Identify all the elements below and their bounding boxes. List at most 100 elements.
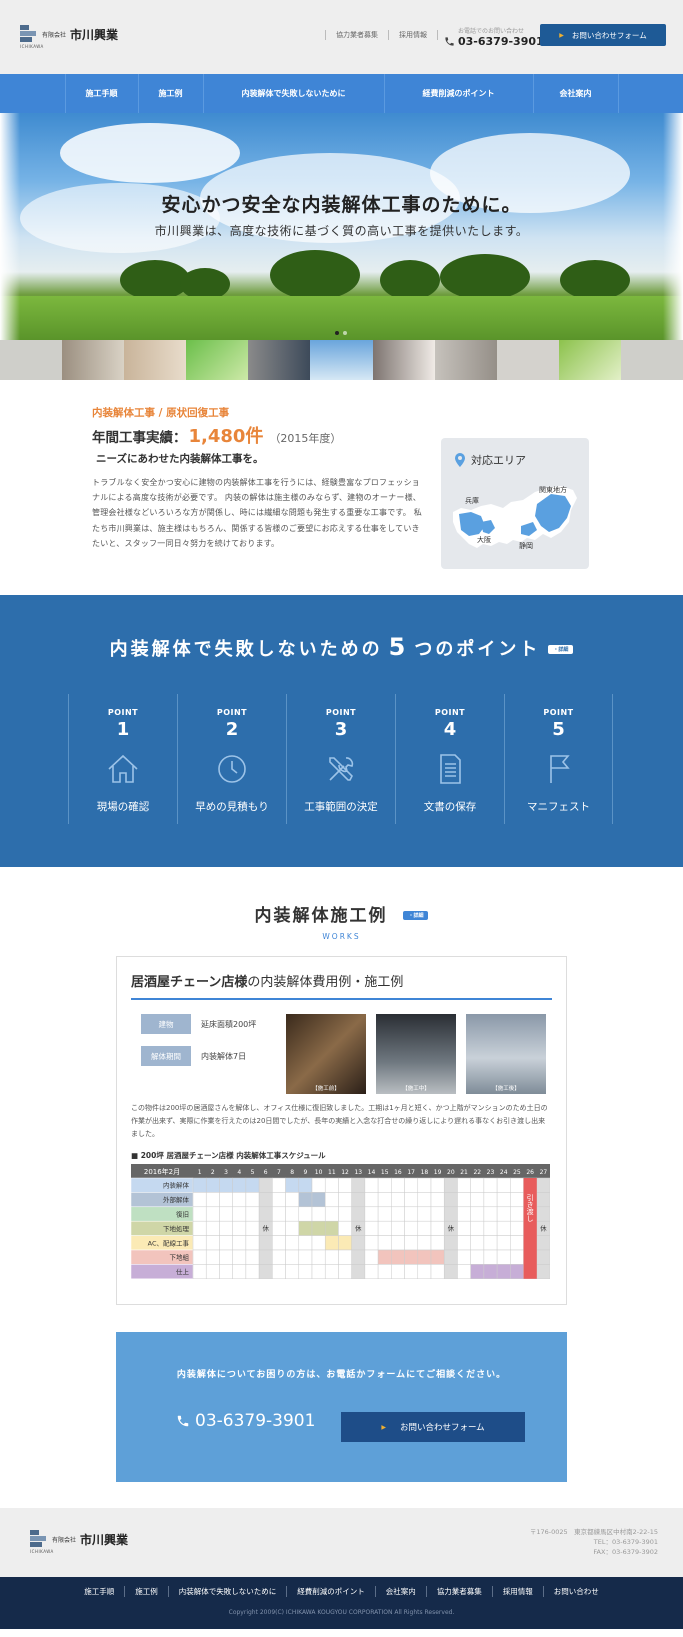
header-link-recruit[interactable]: 採用情報	[388, 30, 438, 40]
schedule-cell	[272, 1206, 286, 1222]
point-item-4[interactable]: POINT 4 文書の保存	[395, 694, 504, 824]
schedule-day: 4	[237, 1169, 241, 1176]
point-item-3[interactable]: POINT 3 工事範囲の決定	[286, 694, 395, 824]
schedule-day: 22	[473, 1169, 481, 1176]
footer-nav: 施工手順 施工例 内装解体で失敗しないために 経費削減のポイント 会社案内 協力…	[0, 1586, 683, 1597]
slider-dots[interactable]	[335, 331, 347, 335]
thumb-worker[interactable]	[248, 340, 311, 380]
schedule-cell	[192, 1220, 207, 1236]
thumb-leaves[interactable]	[186, 340, 249, 380]
point-item-2[interactable]: POINT 2 早めの見積もり	[177, 694, 286, 824]
thumb-wall[interactable]	[496, 340, 559, 380]
works-case-card: 居酒屋チェーン店様の内装解体費用例・施工例 建物 延床面積200坪 解体期間 内…	[116, 956, 567, 1305]
intro-lead: ニーズにあわせた内装解体工事を。	[96, 453, 264, 465]
footer-link-contact[interactable]: お問い合わせ	[544, 1586, 609, 1597]
schedule-cell	[285, 1220, 300, 1236]
footer-link-recruit[interactable]: 採用情報	[493, 1586, 544, 1597]
schedule-cell	[443, 1264, 458, 1279]
schedule-cell	[443, 1206, 458, 1222]
nav-item-examples[interactable]: 施工例	[137, 74, 203, 113]
schedule-cell	[483, 1264, 498, 1279]
area-label-kanto: 関東地方	[539, 486, 567, 494]
schedule-cell	[192, 1249, 207, 1265]
schedule-cell	[311, 1206, 326, 1222]
works-detail-badge[interactable]: ・詳細	[403, 911, 429, 920]
nav-item-procedure[interactable]: 施工手順	[64, 74, 138, 113]
schedule-day: 14	[368, 1169, 376, 1176]
company-logo[interactable]: 有限会社 市川興業	[20, 25, 118, 43]
schedule-cell	[364, 1177, 379, 1193]
header-contact-button[interactable]: ▶ お問い合わせフォーム	[540, 24, 666, 46]
footer-logo-roman: ICHIKAWA	[30, 1549, 54, 1554]
point-number: 3	[334, 719, 348, 740]
schedule-cell	[272, 1192, 286, 1208]
schedule-cell	[364, 1220, 379, 1236]
footer-company-type: 有限会社	[52, 1536, 77, 1544]
footer-logo[interactable]: 有限会社 市川興業	[30, 1530, 128, 1548]
schedule-cell	[391, 1235, 405, 1251]
area-label-hyogo: 兵庫	[465, 497, 479, 505]
schedule-day: 8	[290, 1169, 294, 1176]
schedule-day: 3	[224, 1169, 228, 1176]
points-detail-badge[interactable]: ・詳細	[548, 645, 574, 654]
schedule-cell	[272, 1249, 286, 1265]
nav-item-avoid-failure[interactable]: 内装解体で失敗しないために	[202, 74, 384, 113]
point-item-1[interactable]: POINT 1 現場の確認	[68, 694, 177, 824]
thumb-concrete2[interactable]	[620, 340, 683, 380]
photo-during[interactable]: 【施工中】	[376, 1014, 456, 1094]
schedule-cell	[457, 1192, 471, 1208]
footer-link-company[interactable]: 会社案内	[376, 1586, 427, 1597]
contact-form-label: お問い合わせフォーム	[399, 1423, 485, 1433]
thumb-concrete[interactable]	[0, 340, 63, 380]
logo-company-type: 有限会社	[42, 31, 67, 39]
footer-link-cost-reduction[interactable]: 経費削減のポイント	[287, 1586, 376, 1597]
point-number: 4	[443, 719, 457, 740]
contact-form-button[interactable]: ▶ お問い合わせフォーム	[341, 1412, 525, 1442]
photo-before[interactable]: 【施工前】	[286, 1014, 366, 1094]
footer-link-examples[interactable]: 施工例	[125, 1586, 169, 1597]
slider-dot-active[interactable]	[335, 331, 339, 335]
schedule-day: 5	[251, 1169, 255, 1176]
footer-link-partners[interactable]: 協力業者募集	[427, 1586, 493, 1597]
schedule-cell	[219, 1264, 233, 1279]
schedule-cell	[391, 1206, 405, 1222]
schedule-cell	[510, 1220, 524, 1236]
thumb-room[interactable]	[372, 340, 435, 380]
thumb-sky[interactable]	[310, 340, 373, 380]
footer-bottom: 施工手順 施工例 内装解体で失敗しないために 経費削減のポイント 会社案内 協力…	[0, 1577, 683, 1629]
thumb-interior[interactable]	[62, 340, 125, 380]
point-number: 1	[116, 719, 130, 740]
nav-item-company[interactable]: 会社案内	[532, 74, 619, 113]
schedule-cell	[430, 1249, 445, 1265]
case-title-rest: の内装解体費用例・施工例	[247, 975, 404, 990]
photo-after[interactable]: 【施工後】	[466, 1014, 546, 1094]
header-link-partners[interactable]: 協力業者募集	[325, 30, 388, 40]
schedule-row-label: 仕上	[176, 1267, 190, 1276]
schedule-cell	[417, 1264, 432, 1279]
schedule-cell	[443, 1249, 458, 1265]
contact-phone[interactable]: 03-6379-3901	[176, 1411, 315, 1431]
photo-caption: 【施工中】	[402, 1086, 430, 1092]
point-item-5[interactable]: POINT 5 マニフェスト	[504, 694, 613, 824]
footer-link-procedure[interactable]: 施工手順	[74, 1586, 126, 1597]
schedule-cell	[483, 1206, 498, 1222]
footer-link-avoid-failure[interactable]: 内装解体で失敗しないために	[169, 1586, 288, 1597]
thumb-plant[interactable]	[558, 340, 621, 380]
schedule-day: 19	[434, 1169, 442, 1176]
schedule-cell	[205, 1264, 220, 1279]
schedule-cell	[245, 1235, 260, 1251]
slider-dot[interactable]	[343, 331, 347, 335]
schedule-cell	[496, 1206, 511, 1222]
schedule-day: 18	[421, 1169, 429, 1176]
schedule-cell	[311, 1264, 326, 1279]
thumb-worker2[interactable]	[434, 340, 497, 380]
schedule-cell	[404, 1264, 419, 1279]
schedule-cell	[219, 1177, 233, 1193]
nav-item-cost-reduction[interactable]: 経費削減のポイント	[383, 74, 533, 113]
schedule-day: 15	[381, 1169, 389, 1176]
thumb-wood[interactable]	[124, 340, 187, 380]
header-phone[interactable]: お電話でのお問い合わせ 03-6379-3901	[444, 26, 544, 48]
point-label: POINT	[107, 708, 139, 717]
schedule-cell	[351, 1264, 366, 1279]
schedule-month: 2016年2月	[144, 1167, 180, 1176]
